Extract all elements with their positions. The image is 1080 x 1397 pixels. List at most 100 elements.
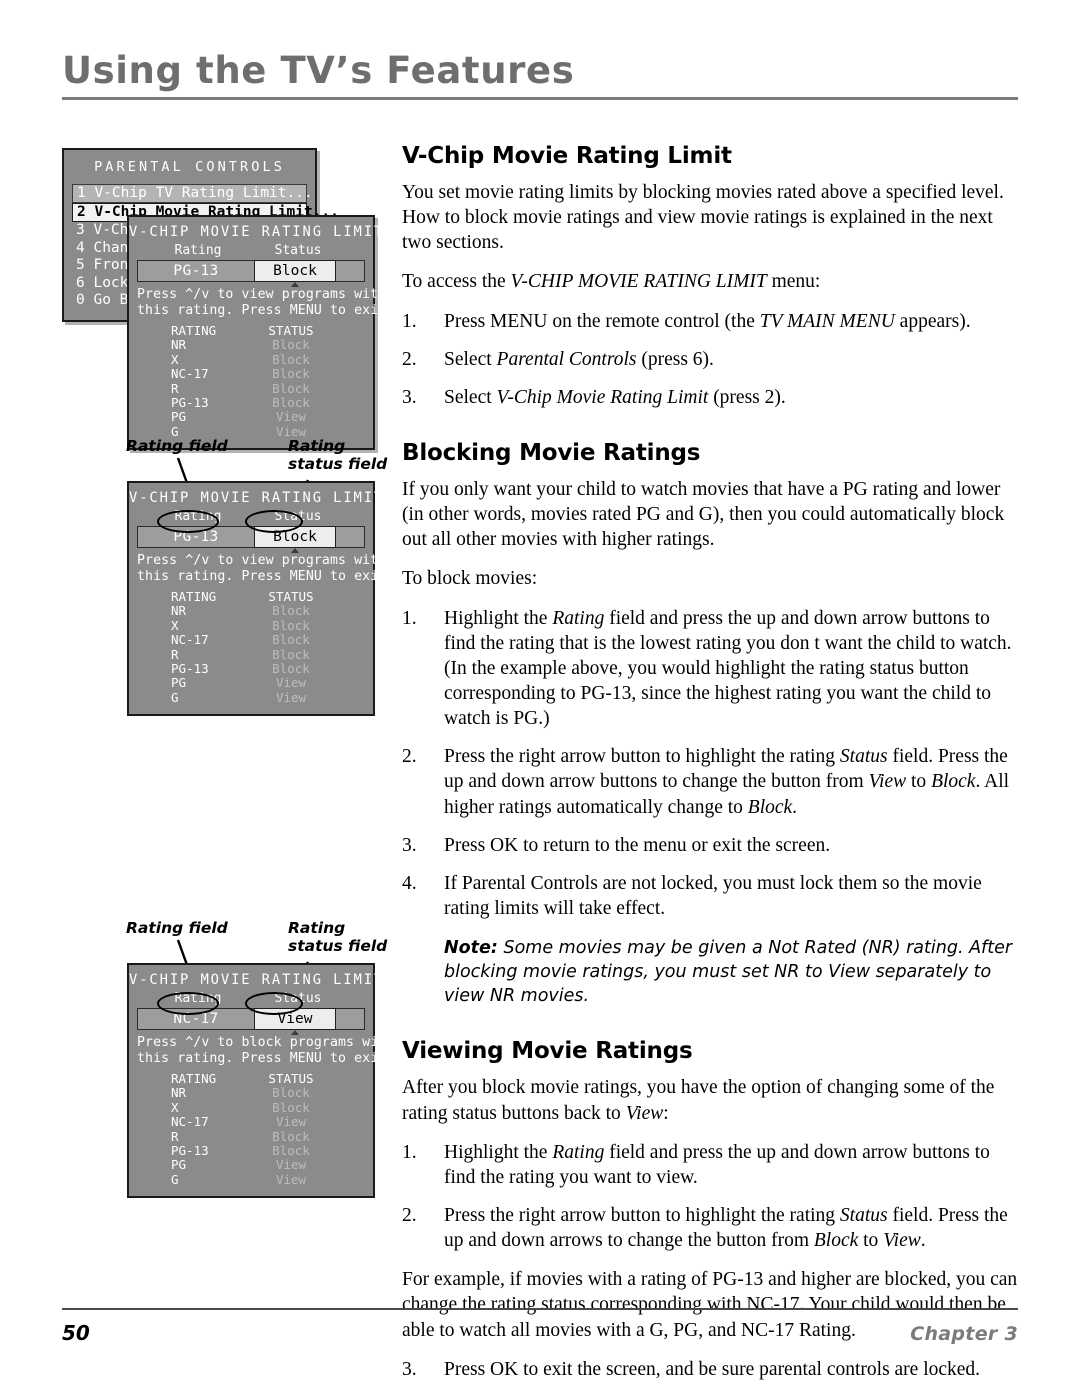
text-fragment: Highlight the — [444, 607, 553, 629]
page-footer: 50 Chapter 3 — [62, 1308, 1018, 1345]
help-line-2: this rating. Press MENU to exit. — [137, 1050, 395, 1066]
text-fragment: After you block movie ratings, you have … — [402, 1077, 995, 1124]
table-row: R Block — [137, 380, 365, 396]
header-divider — [62, 96, 1018, 100]
text-fragment: Highlight the — [444, 1141, 553, 1163]
status-value: Block — [272, 380, 310, 396]
table-row: R Block — [137, 647, 365, 662]
note-label: Note: — [444, 938, 498, 959]
rating-status-button[interactable]: Block — [254, 525, 336, 553]
text-fragment: to — [906, 771, 932, 793]
table-header-row: RATING STATUS — [137, 323, 365, 338]
step-number: 1. — [402, 1141, 417, 1163]
status-column-label: Status — [274, 509, 322, 524]
status-value: Block — [272, 1128, 310, 1144]
table-header-status: STATUS — [268, 589, 314, 604]
step-number: 2. — [402, 1205, 417, 1227]
step-number: 1. — [402, 310, 417, 332]
table-row: PG View — [137, 675, 365, 691]
menu-item-vchip-tv-rating[interactable]: 1 V-Chip TV Rating Limit... — [72, 184, 313, 203]
status-value: Block — [272, 337, 310, 353]
steps-viewing-final: 3. Press OK to exit the screen, and be su… — [402, 1357, 1024, 1382]
vchip-help-text: Press ^/v to view programs with this rat… — [129, 551, 394, 584]
vchip-movie-rating-limit-menu-viewing-example: V-CHIP MOVIE RATING LIMIT Rating Status … — [127, 963, 395, 1199]
table-header-rating: RATING — [171, 323, 217, 338]
list-item: 2. Press the right arrow button to highli… — [402, 744, 1024, 819]
field-name-italic: Rating — [552, 607, 605, 629]
value-italic: View — [868, 771, 907, 793]
steps-viewing: 1. Highlight the Rating field and press t… — [402, 1140, 1024, 1254]
table-row: G View — [137, 1172, 365, 1187]
note-text: Some movies may be given a Not Rated (NR… — [444, 938, 1013, 1006]
text-fragment: appears). — [894, 310, 971, 332]
value-italic: View — [625, 1102, 664, 1124]
value-italic: Block — [813, 1230, 859, 1252]
table-row: NC-17 View — [137, 1114, 365, 1130]
status-column-label: Status — [274, 991, 322, 1006]
paragraph-viewing-intro: After you block movie ratings, you have … — [402, 1075, 1024, 1125]
footer-row: 50 Chapter 3 — [62, 1321, 1018, 1345]
rating-status-button[interactable]: View — [254, 1007, 336, 1035]
table-row: PG-13 Block — [137, 1143, 365, 1159]
table-row: PG-13 Block — [137, 395, 365, 411]
table-header-rating: RATING — [171, 1071, 217, 1086]
note-callout: Note: Some movies may be given a Not Rat… — [444, 937, 1024, 1008]
list-item: 3. Press OK to exit the screen, and be su… — [402, 1357, 1024, 1382]
page-title: Using the TV’s Features — [62, 49, 575, 92]
status-value: View — [275, 1114, 307, 1130]
text-fragment: . — [920, 1230, 926, 1252]
rating-status-value: Block — [273, 262, 317, 279]
rating-status-value: Block — [273, 528, 317, 545]
list-item: 3. Press OK to return to the menu or exit… — [402, 833, 1024, 858]
rating-field-value[interactable]: PG-13 — [138, 529, 254, 545]
status-value: View — [275, 1157, 307, 1173]
steps-access-menu: 1. Press MENU on the remote control (the … — [402, 309, 1024, 410]
table-row: PG View — [137, 1157, 365, 1173]
main-content-column: V-Chip Movie Rating Limit You set movie … — [402, 143, 1024, 1396]
status-value: Block — [272, 1143, 310, 1159]
table-row: X Block — [137, 352, 365, 367]
text-fragment: Select — [444, 348, 497, 370]
ratings-table: RATING STATUS NR Block X Block NC-17 View R… — [129, 1071, 373, 1187]
list-item: 4. If Parental Controls are not locked, y… — [402, 871, 1024, 921]
text-fragment: (press 2). — [708, 386, 786, 408]
status-value: View — [275, 689, 307, 705]
rating-status-button[interactable]: Block — [254, 259, 336, 287]
help-line-1: Press ^/v to view programs with — [137, 287, 387, 302]
status-value: Block — [272, 617, 310, 633]
step-number: 3. — [402, 834, 417, 856]
text-fragment: Press MENU on the remote control (the — [444, 310, 760, 332]
text-fragment: : — [663, 1102, 669, 1124]
ratings-table: RATING STATUS NR Block X Block NC-17 Block … — [129, 323, 373, 439]
table-header-status: STATUS — [268, 323, 314, 338]
text-fragment: (press 6). — [636, 348, 714, 370]
menu-name-italic: V-CHIP MOVIE RATING LIMIT — [510, 271, 767, 293]
rating-label: PG — [171, 675, 187, 691]
value-italic: Block — [931, 771, 976, 793]
menu-name-italic: TV MAIN MENU — [759, 310, 895, 332]
caret-down-icon — [291, 547, 299, 553]
rating-column-label: Rating — [174, 243, 222, 258]
table-row: NR Block — [137, 603, 365, 618]
paragraph-access-menu: To access the V-CHIP MOVIE RATING LIMIT … — [402, 269, 1024, 294]
field-name-italic: Status — [839, 1205, 888, 1227]
rating-label: NC-17 — [171, 632, 209, 648]
ratings-table: RATING STATUS NR Block X Block NC-17 Block … — [129, 589, 373, 705]
rating-column-label: Rating — [174, 991, 222, 1006]
rating-label: NR — [171, 1085, 187, 1101]
heading-vchip-movie-rating-limit: V-Chip Movie Rating Limit — [402, 143, 732, 169]
rating-label: X — [171, 617, 179, 633]
list-item: 1. Highlight the Rating field and press t… — [402, 1140, 1024, 1190]
rating-field-value[interactable]: PG-13 — [138, 263, 254, 279]
rating-column-label: Rating — [174, 509, 222, 524]
list-item: 2. Select Parental Controls (press 6). — [402, 347, 1024, 372]
status-value: Block — [272, 395, 310, 411]
text-fragment: If Parental Controls are not locked, you… — [444, 872, 982, 919]
rating-field-value[interactable]: NC-17 — [138, 1011, 254, 1027]
heading-blocking-movie-ratings: Blocking Movie Ratings — [402, 439, 701, 466]
rating-label: G — [171, 689, 179, 705]
rating-selector-bar: NC-17 View — [137, 1007, 365, 1035]
step-number: 2. — [402, 348, 417, 370]
rating-label: R — [171, 1128, 179, 1144]
rating-label: NR — [171, 337, 187, 353]
